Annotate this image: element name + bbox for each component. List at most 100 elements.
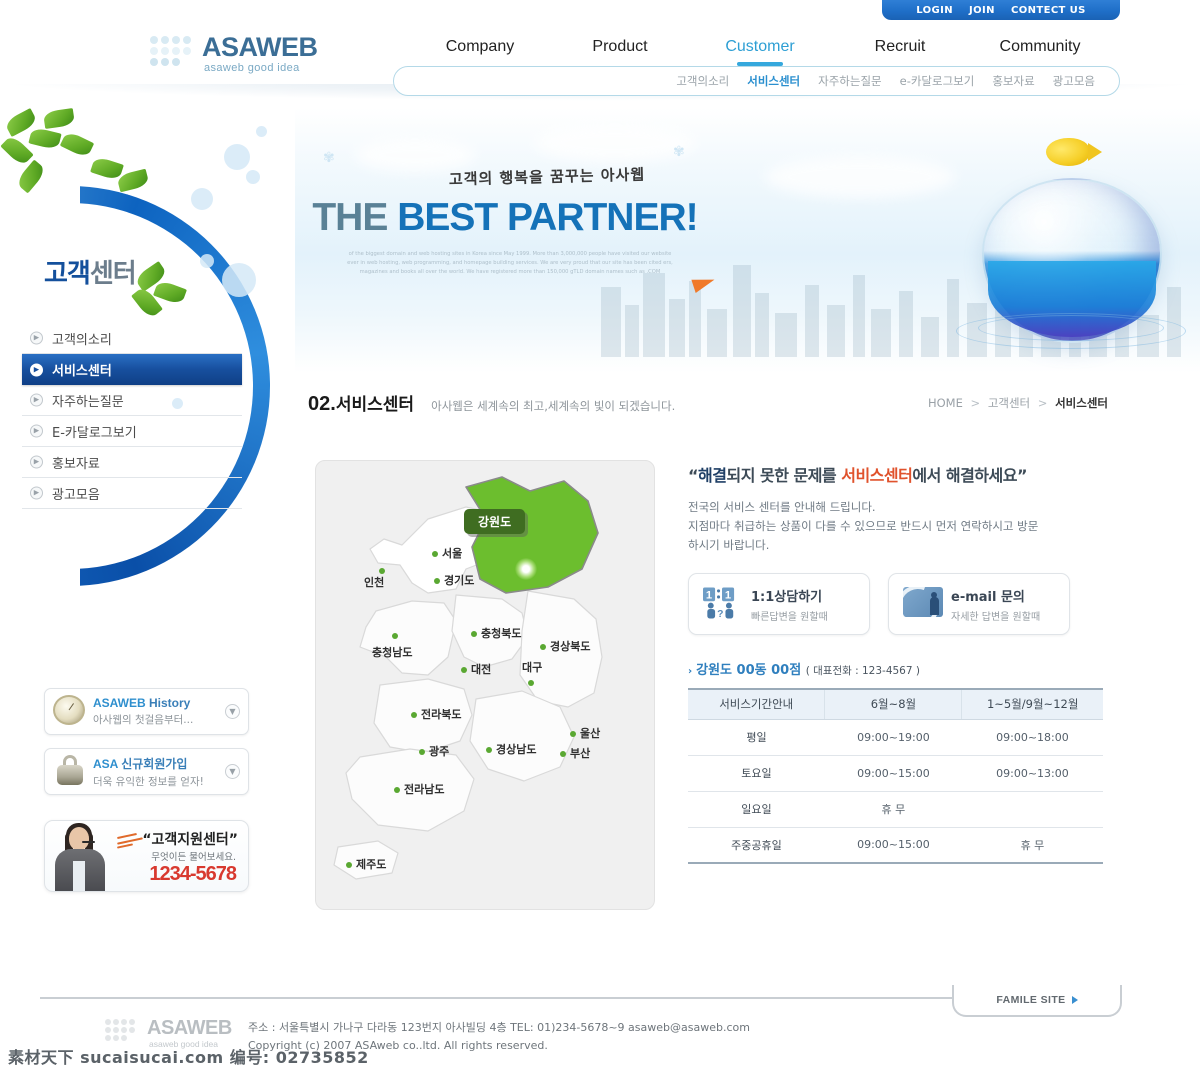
map-dot[interactable] — [432, 551, 438, 557]
branch-phone: ( 대표전화 : 123-4567 ) — [805, 665, 920, 677]
padlock-icon — [53, 754, 87, 789]
hero-title-bold: BEST PARTNER! — [397, 196, 698, 239]
speech-lines-icon — [116, 832, 143, 850]
support-title: “고객지원센터” — [142, 832, 238, 848]
one-to-one-icon: 1 1 ? — [703, 587, 741, 621]
map-label-gwangju[interactable]: 광주 — [429, 743, 449, 759]
action-title: e-mail 문의 — [951, 589, 1025, 605]
subnav-item-ecatalog[interactable]: e-카달로그보기 — [900, 73, 975, 89]
nav-item-company[interactable]: Company — [410, 38, 550, 56]
map-dot[interactable] — [392, 633, 398, 639]
map-dot[interactable] — [346, 862, 352, 868]
subnav-item-pr[interactable]: 홍보자료 — [992, 73, 1034, 89]
map-tooltip-gangwon[interactable]: 강원도 — [464, 509, 526, 534]
subnav-item-ads[interactable]: 광고모음 — [1053, 73, 1095, 89]
email-icon — [903, 587, 943, 621]
map-dot[interactable] — [419, 749, 425, 755]
cloud-decoration — [535, 124, 695, 162]
nav-item-recruit[interactable]: Recruit — [830, 38, 970, 56]
map-label-gyeongnam[interactable]: 경상남도 — [496, 741, 536, 757]
table-row: 토요일 09:00~15:00 09:00~13:00 — [688, 755, 1103, 792]
branch-name: 강원도 00동 00점 — [696, 663, 802, 678]
breadcrumb-level1[interactable]: 고객센터 — [988, 396, 1030, 410]
map-dot[interactable] — [528, 680, 534, 686]
breadcrumb-separator-icon: > — [1037, 396, 1048, 410]
map-dot[interactable] — [540, 644, 546, 650]
breadcrumb-home[interactable]: HOME — [928, 396, 963, 410]
customer-support-banner[interactable]: “고객지원센터” 무엇이든 물어보세요. 1234-5678 — [44, 820, 249, 892]
map-dot[interactable] — [411, 712, 417, 718]
map-dot[interactable] — [471, 631, 477, 637]
map-label-seoul[interactable]: 서울 — [442, 545, 462, 561]
map-label-ulsan[interactable]: 울산 — [580, 725, 600, 741]
map-label-jeju[interactable]: 제주도 — [356, 856, 386, 872]
map-label-gyeongbuk[interactable]: 경상북도 — [550, 638, 590, 654]
sidebar-item-faq[interactable]: ▶ 자주하는질문 — [22, 385, 242, 416]
map-label-daegu[interactable]: 대구 — [522, 659, 542, 675]
chevron-down-icon[interactable]: ▼ — [225, 704, 240, 719]
banner-text: ASA 신규회원가입 더욱 유익한 정보를 얻자! — [87, 755, 225, 789]
sidebar-item-service-center[interactable]: ▶ 서비스센터 — [22, 354, 242, 385]
support-subtitle: 무엇이든 물어보세요. — [151, 852, 236, 863]
play-arrow-icon: ▶ — [30, 393, 43, 407]
famile-site-label: FAMILE SITE — [996, 994, 1066, 1006]
table-row: 평일 09:00~19:00 09:00~18:00 — [688, 719, 1103, 756]
email-inquiry-button[interactable]: e-mail 문의 자세한 답변을 원할때 — [888, 573, 1070, 635]
cell-summer: 09:00~19:00 — [824, 719, 962, 756]
column-header-period: 서비스기간안내 — [688, 688, 825, 720]
hero-title-thin: THE — [312, 196, 398, 239]
map-label-busan[interactable]: 부산 — [570, 745, 590, 761]
bubble-decoration — [222, 263, 256, 297]
chevron-down-icon[interactable]: ▼ — [225, 764, 240, 779]
map-label-daejeon[interactable]: 대전 — [471, 661, 491, 677]
sidebar-item-pr[interactable]: ▶ 홍보자료 — [22, 447, 242, 478]
hero-title: THE BEST PARTNER! — [305, 196, 705, 240]
sidebar-banner-signup[interactable]: ASA 신규회원가입 더욱 유익한 정보를 얻자! ▼ — [44, 748, 249, 795]
column-header-summer: 6월~8월 — [824, 688, 962, 720]
nav-item-product[interactable]: Product — [550, 38, 690, 56]
cell-summer: 09:00~15:00 — [824, 827, 962, 864]
logo-wordmark: ASAWEB — [202, 32, 318, 62]
famile-site-button[interactable]: FAMILE SITE — [952, 985, 1122, 1017]
breadcrumb-current: 서비스센터 — [1055, 396, 1108, 410]
map-label-jeonnam[interactable]: 전라남도 — [404, 781, 444, 797]
subnav-item-faq[interactable]: 자주하는질문 — [818, 73, 881, 89]
sidebar-title-bold: 고객 — [44, 259, 91, 289]
map-label-incheon[interactable]: 인천 — [364, 574, 384, 590]
cell-other: 09:00~18:00 — [961, 719, 1103, 756]
cloud-decoration — [355, 138, 475, 172]
sidebar-banner-history[interactable]: ASAWEB History 아사웹의 첫걸음부터... ▼ — [44, 688, 249, 735]
map-dot[interactable] — [486, 747, 492, 753]
map-label-chungnam[interactable]: 충청남도 — [372, 644, 412, 660]
subnav-item-voice[interactable]: 고객의소리 — [676, 73, 729, 89]
subnav-item-service-center[interactable]: 서비스센터 — [747, 73, 800, 89]
site-logo[interactable]: ASAWEB asaweb good idea — [150, 32, 320, 78]
sidebar-item-ecatalog[interactable]: ▶ E-카달로그보기 — [22, 416, 242, 447]
action-title: 1:1상담하기 — [751, 589, 823, 605]
map-dot[interactable] — [461, 667, 467, 673]
map-dot[interactable] — [570, 731, 576, 737]
map-label-gyeonggi[interactable]: 경기도 — [444, 572, 474, 588]
map-dot[interactable] — [560, 751, 566, 757]
map-dot[interactable] — [394, 787, 400, 793]
sidebar-title-light: 센터 — [89, 259, 137, 289]
banner-text: ASAWEB History 아사웹의 첫걸음부터... — [87, 696, 225, 727]
nav-item-community[interactable]: Community — [970, 38, 1110, 56]
map-label-jeonbuk[interactable]: 전라북도 — [421, 706, 461, 722]
yellow-fish-illustration — [1046, 138, 1102, 166]
sidebar-item-label: 서비스센터 — [52, 364, 112, 379]
nav-item-customer[interactable]: Customer — [690, 38, 830, 56]
column-header-other: 1~5월/9월~12월 — [961, 688, 1103, 720]
table-row: 주중공휴일 09:00~15:00 휴 무 — [688, 827, 1103, 864]
clock-icon — [53, 694, 87, 729]
row-label: 토요일 — [688, 755, 825, 792]
one-to-one-consult-button[interactable]: 1 1 ? 1:1상담하기 빠른답변을 원할때 — [688, 573, 870, 635]
sidebar-item-ads[interactable]: ▶ 광고모음 — [22, 478, 242, 509]
map-dot[interactable] — [434, 578, 440, 584]
action-button-text: 1:1상담하기 빠른답변을 원할때 — [751, 586, 828, 623]
korea-map-panel[interactable]: 강원도 서울 인천 경기도 충청북도 충청남도 경상북도 대전 대구 전라북도 … — [315, 460, 655, 910]
sidebar-item-voice[interactable]: ▶ 고객의소리 — [22, 323, 242, 354]
map-label-chungbuk[interactable]: 충청북도 — [481, 625, 521, 641]
main-navigation: Company Product Customer Recruit Communi… — [410, 38, 1110, 56]
headline-part-c: 에서 해결하세요 — [912, 466, 1017, 485]
